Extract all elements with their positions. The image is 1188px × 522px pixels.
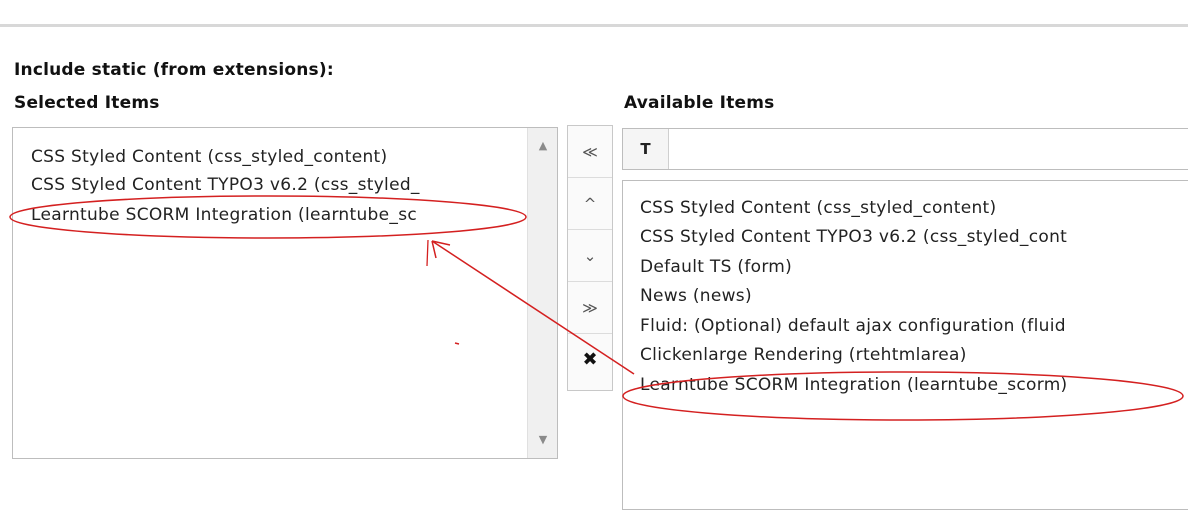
available-item[interactable]: Learntube SCORM Integration (learntube_s…	[640, 375, 1067, 395]
move-up-button[interactable]: ^	[568, 178, 612, 230]
selected-list-scrollbar[interactable]: ▲ ▼	[527, 128, 557, 458]
selected-items-list[interactable]: CSS Styled Content (css_styled_content) …	[12, 127, 558, 459]
selected-items-heading: Selected Items	[14, 93, 160, 113]
filter-input[interactable]	[669, 129, 1188, 169]
available-items-heading: Available Items	[624, 93, 775, 113]
scroll-down-arrow-icon[interactable]: ▼	[528, 430, 557, 450]
section-title: Include static (from extensions):	[14, 60, 334, 80]
move-button-group: ≪ ^ ⌄ ≫ ✖	[567, 125, 613, 391]
move-to-bottom-button[interactable]: ≫	[568, 282, 612, 334]
available-item[interactable]: Default TS (form)	[640, 257, 792, 277]
move-down-button[interactable]: ⌄	[568, 230, 612, 282]
selected-item[interactable]: CSS Styled Content TYPO3 v6.2 (css_style…	[31, 175, 420, 195]
available-item[interactable]: Fluid: (Optional) default ajax configura…	[640, 316, 1066, 336]
available-item[interactable]: Clickenlarge Rendering (rtehtmlarea)	[640, 345, 967, 365]
filter-icon[interactable]: T	[623, 129, 669, 169]
selected-item[interactable]: Learntube SCORM Integration (learntube_s…	[31, 205, 417, 225]
selected-item[interactable]: CSS Styled Content (css_styled_content)	[31, 147, 387, 167]
available-items-list[interactable]: CSS Styled Content (css_styled_content) …	[622, 180, 1188, 510]
filter-box: T	[622, 128, 1188, 170]
remove-button[interactable]: ✖	[568, 334, 612, 386]
available-item[interactable]: CSS Styled Content TYPO3 v6.2 (css_style…	[640, 227, 1067, 247]
scroll-up-arrow-icon[interactable]: ▲	[528, 136, 557, 156]
move-to-top-button[interactable]: ≪	[568, 126, 612, 178]
top-rule	[0, 0, 1188, 27]
available-item[interactable]: News (news)	[640, 286, 752, 306]
available-item[interactable]: CSS Styled Content (css_styled_content)	[640, 198, 996, 218]
